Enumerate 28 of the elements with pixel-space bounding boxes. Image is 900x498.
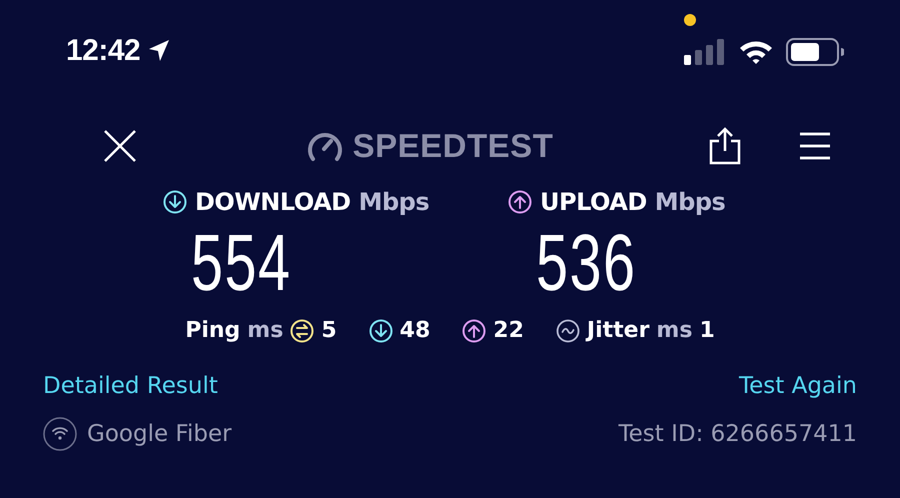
latency-label: Ping — [185, 318, 240, 343]
unit-label: Mbps — [358, 188, 430, 216]
speedtest-logo: SPEEDTEST — [352, 127, 554, 165]
battery-icon — [786, 38, 844, 66]
wifi-icon — [43, 417, 77, 451]
close-button[interactable] — [102, 128, 138, 164]
provider-name: Google Fiber — [87, 421, 232, 447]
speed-value: 554 — [191, 222, 292, 304]
share-button[interactable] — [709, 127, 741, 165]
detailed-result-link[interactable]: Detailed Result — [43, 373, 218, 399]
metric-label: DOWNLOAD — [195, 188, 351, 216]
gauge-icon — [306, 130, 343, 162]
test-again-link[interactable]: Test Again — [739, 373, 857, 399]
latency-value: 48 — [400, 318, 430, 343]
unit-label: ms — [247, 318, 284, 343]
test-id: Test ID: 6266657411 — [618, 421, 857, 447]
metric-label: UPLOAD — [540, 188, 647, 216]
unit-label: ms — [656, 318, 692, 343]
clock-time: 12:42 — [66, 34, 140, 68]
latency-label: Jitter — [586, 318, 650, 343]
signal-icon — [684, 39, 726, 65]
menu-button[interactable] — [799, 132, 831, 160]
latency-value: 1 — [699, 318, 715, 343]
latency-value: 5 — [321, 318, 337, 343]
unit-label: Mbps — [654, 188, 726, 216]
speed-value: 536 — [536, 222, 636, 304]
latency-value: 22 — [493, 318, 524, 343]
wifi-icon — [738, 39, 774, 65]
